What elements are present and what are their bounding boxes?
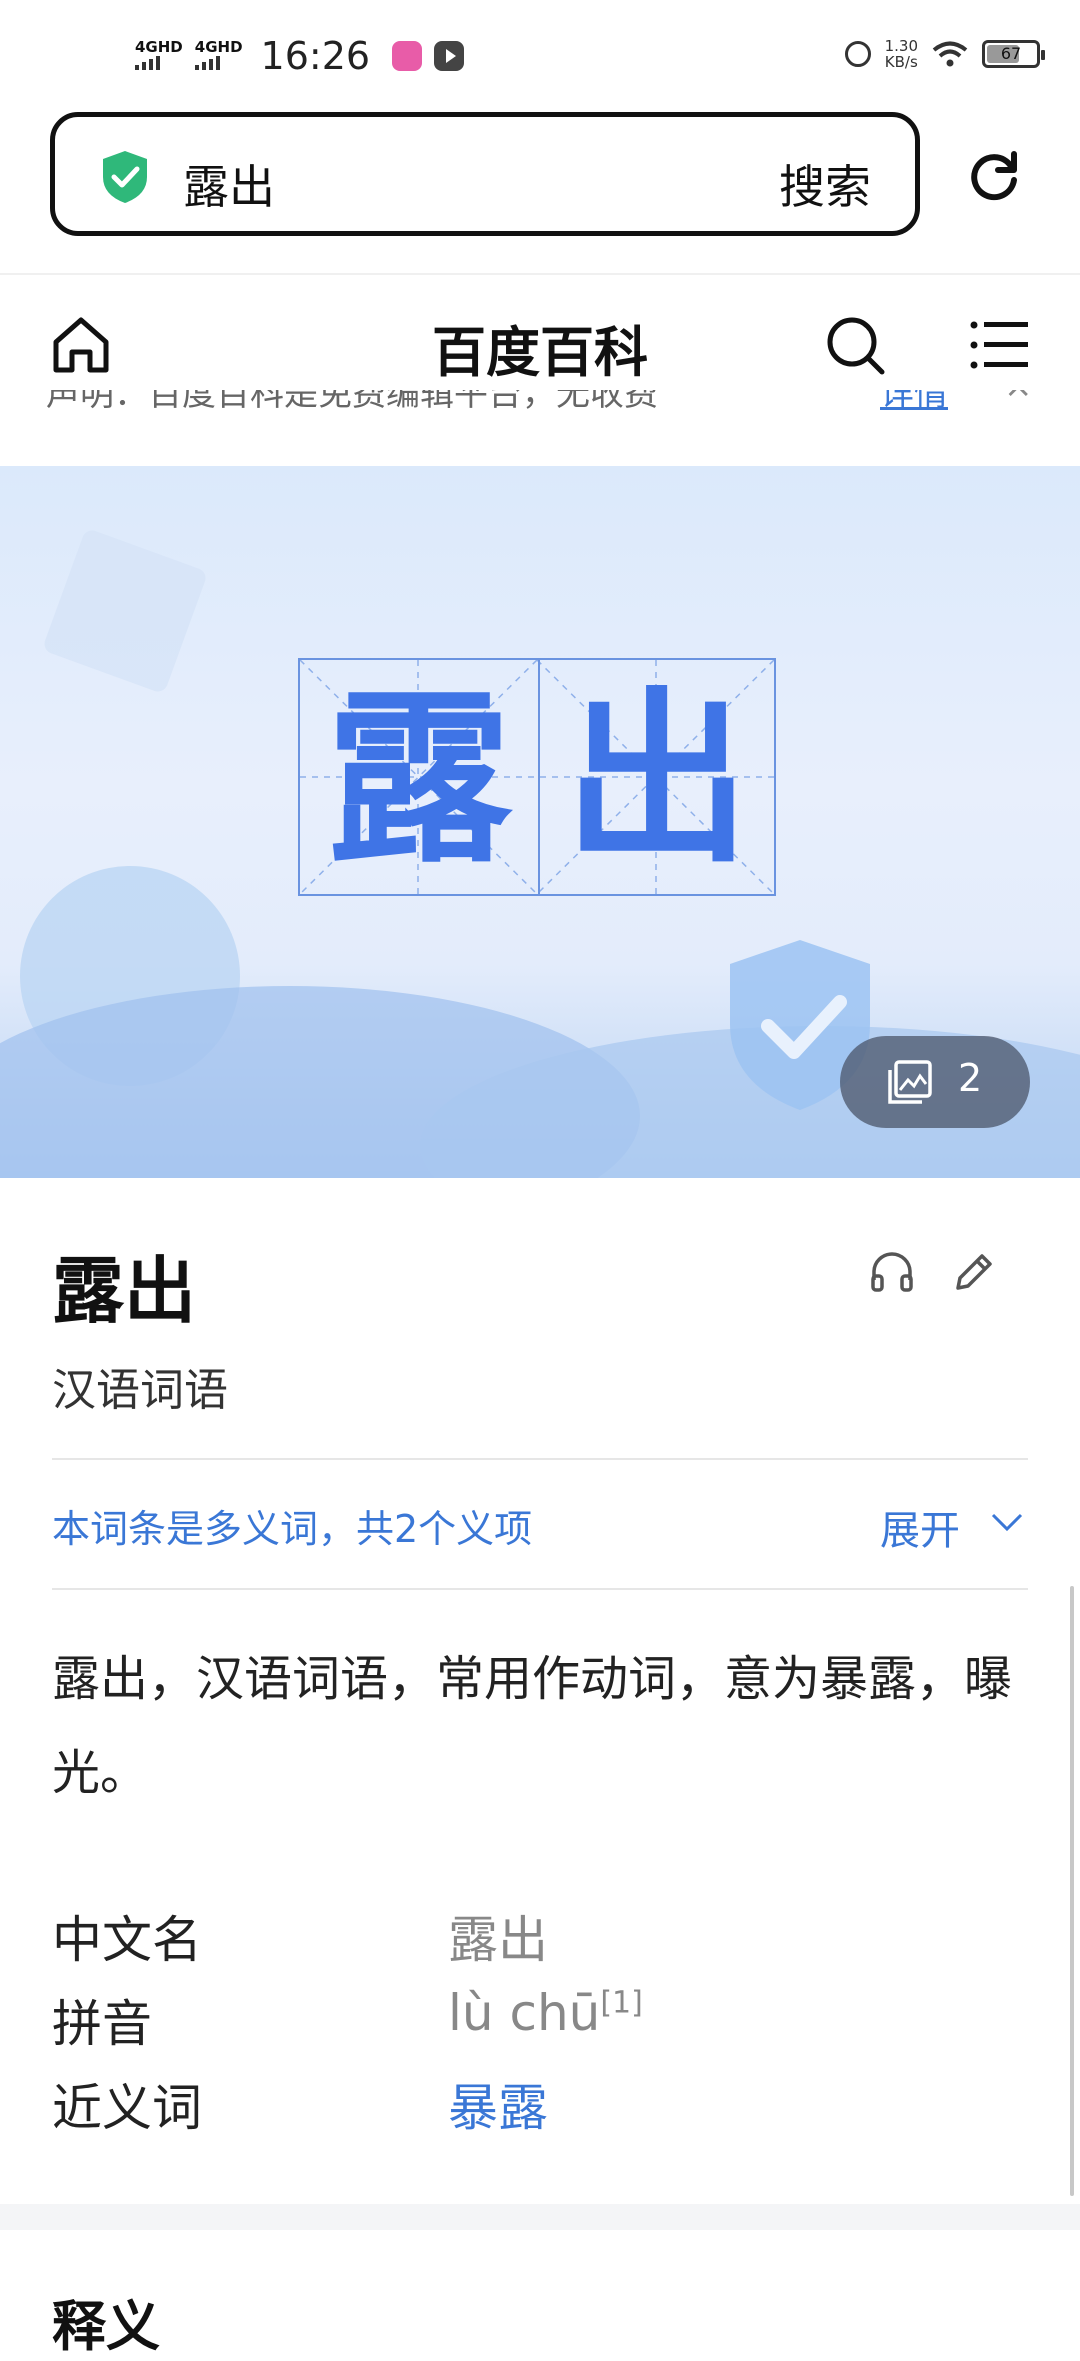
sim2-label: 4GHD [194,38,243,56]
security-shield-icon [103,151,147,203]
chevron-down-icon[interactable] [990,1510,1024,1534]
divider [0,273,1080,275]
cube-decoration [41,527,209,695]
wifi-icon [932,41,968,67]
notice-details-link[interactable]: 详情 [880,390,948,415]
infobox-key: 中文名 [52,1911,202,1969]
divider [52,1588,1028,1590]
infobox-value-wrap: lù chū[1] [448,1984,643,2042]
photo-gallery-button[interactable]: 2 [840,1036,1030,1128]
banner-char-1: 露 [325,671,512,888]
video-app-icon [434,41,465,71]
gallery-icon [888,1060,932,1104]
entry-title: 露出 [52,1249,197,1333]
signal-sim2-icon: 4GHD [194,38,243,74]
headphones-icon[interactable] [870,1250,914,1294]
section-title: 释义 [52,2295,160,2358]
network-speed-unit: KB/s [884,53,918,71]
infobox-value-link[interactable]: 暴露 [448,2068,548,2140]
infobox-value: lù chū [448,1984,601,2042]
network-speed-value: 1.30 [884,37,918,55]
search-bar[interactable]: 露出 搜索 [50,112,920,236]
scrollbar[interactable] [1070,1586,1074,2196]
photo-count: 2 [958,1056,983,1100]
edit-pencil-icon[interactable] [952,1250,996,1294]
search-button[interactable]: 搜索 [779,151,871,217]
bilibili-app-icon [392,41,423,71]
page-title: 百度百科 [432,321,648,384]
divider [52,1458,1028,1460]
clock: 16:26 [260,34,371,78]
polysemy-notice[interactable]: 本词条是多义词，共2个义项 [52,1498,532,1553]
notice-close-button[interactable]: × [1004,390,1033,406]
search-input[interactable]: 露出 [183,151,275,217]
battery-level: 67 [1000,44,1022,63]
entry-subtitle: 汉语词语 [52,1365,228,1416]
infobox-key: 近义词 [52,2079,202,2137]
sim1-label: 4GHD [135,38,183,56]
character-grid: 露 出 [298,658,776,896]
infobox-value: 露出 [448,1911,548,1969]
reference-link[interactable]: [1] [600,1985,643,2020]
signal-sim1-icon: 4GHD [135,38,183,74]
section-separator [0,2204,1080,2230]
notice-banner: 声明：百度百科是免费编辑平台，无收费 详情 × [0,390,1080,430]
expand-button[interactable]: 展开 [880,1498,960,1556]
battery-icon: 67 [982,40,1045,68]
infobox-key: 拼音 [52,1995,152,2053]
refresh-icon[interactable] [966,148,1022,204]
entry-description: 露出，汉语词语，常用作动词，意为暴露，曝光。 [52,1651,1013,1801]
alarm-icon [844,41,871,67]
banner-char-2: 出 [563,671,750,888]
status-bar: 4GHD 4GHD 16:26 1.30 KB/s 67 [0,0,1080,110]
notice-text: 声明：百度百科是免费编辑平台，无收费 [46,390,658,414]
menu-icon[interactable] [970,320,1028,370]
network-speed: 1.30 KB/s [885,38,918,70]
search-icon[interactable] [826,316,886,376]
